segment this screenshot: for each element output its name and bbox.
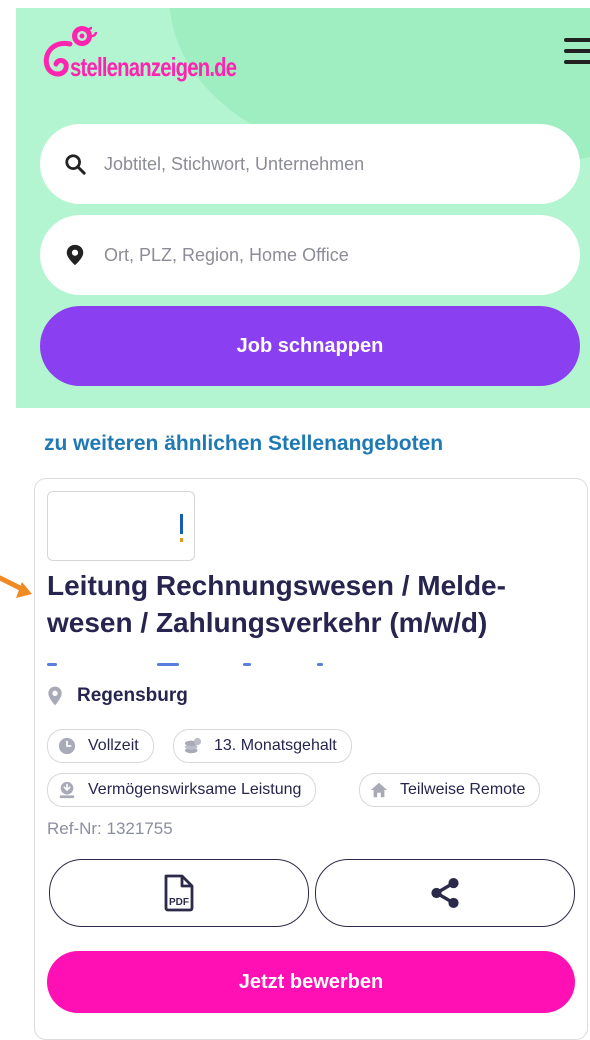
tag-remote: Teilweise Remote	[359, 773, 541, 807]
pdf-file-icon: PDF	[164, 874, 194, 912]
location-pin-icon	[66, 244, 84, 266]
menu-button[interactable]	[564, 38, 590, 68]
location-search-field[interactable]	[40, 215, 580, 295]
logo-wordmark: stellenanzeigen.de	[70, 52, 237, 82]
clock-icon	[58, 737, 76, 755]
svg-text:PDF: PDF	[169, 897, 189, 908]
annotation-arrow-icon	[0, 575, 32, 598]
tag-employment-type: Vollzeit	[47, 729, 154, 763]
coins-icon	[184, 737, 202, 754]
job-card: Leitung Rechnungswesen / Melde-wesen / Z…	[34, 478, 588, 1040]
similar-jobs-link[interactable]: zu weiteren ähnlichen Stellenangeboten	[44, 432, 443, 456]
job-title[interactable]: Leitung Rechnungswesen / Melde-wesen / Z…	[47, 567, 577, 641]
job-location: Regensburg	[47, 685, 188, 707]
reference-number: Ref-Nr: 1321755	[47, 819, 173, 838]
pdf-download-button[interactable]: PDF	[49, 859, 309, 927]
job-search-submit-button[interactable]: Job schnappen	[40, 306, 580, 386]
keyword-search-field[interactable]	[40, 124, 580, 204]
company-name-line	[47, 663, 327, 666]
savings-icon	[59, 781, 75, 799]
apply-now-button[interactable]: Jetzt bewerben	[47, 951, 575, 1013]
search-icon	[65, 154, 86, 175]
location-pin-icon	[48, 686, 62, 706]
job-location-text: Regensburg	[77, 685, 188, 706]
tag-benefit-capital-forming: Vermögenswirksame Leistung	[47, 773, 317, 807]
location-input[interactable]	[102, 243, 546, 267]
share-button[interactable]	[315, 859, 575, 927]
tag-benefit-13th-salary: 13. Monatsgehalt	[173, 729, 352, 763]
site-logo[interactable]: stellenanzeigen.de	[40, 22, 270, 86]
company-logo[interactable]	[47, 491, 195, 561]
hamburger-menu-icon	[564, 38, 590, 42]
share-icon	[431, 877, 459, 909]
home-icon	[370, 782, 388, 798]
keyword-input[interactable]	[102, 152, 546, 176]
